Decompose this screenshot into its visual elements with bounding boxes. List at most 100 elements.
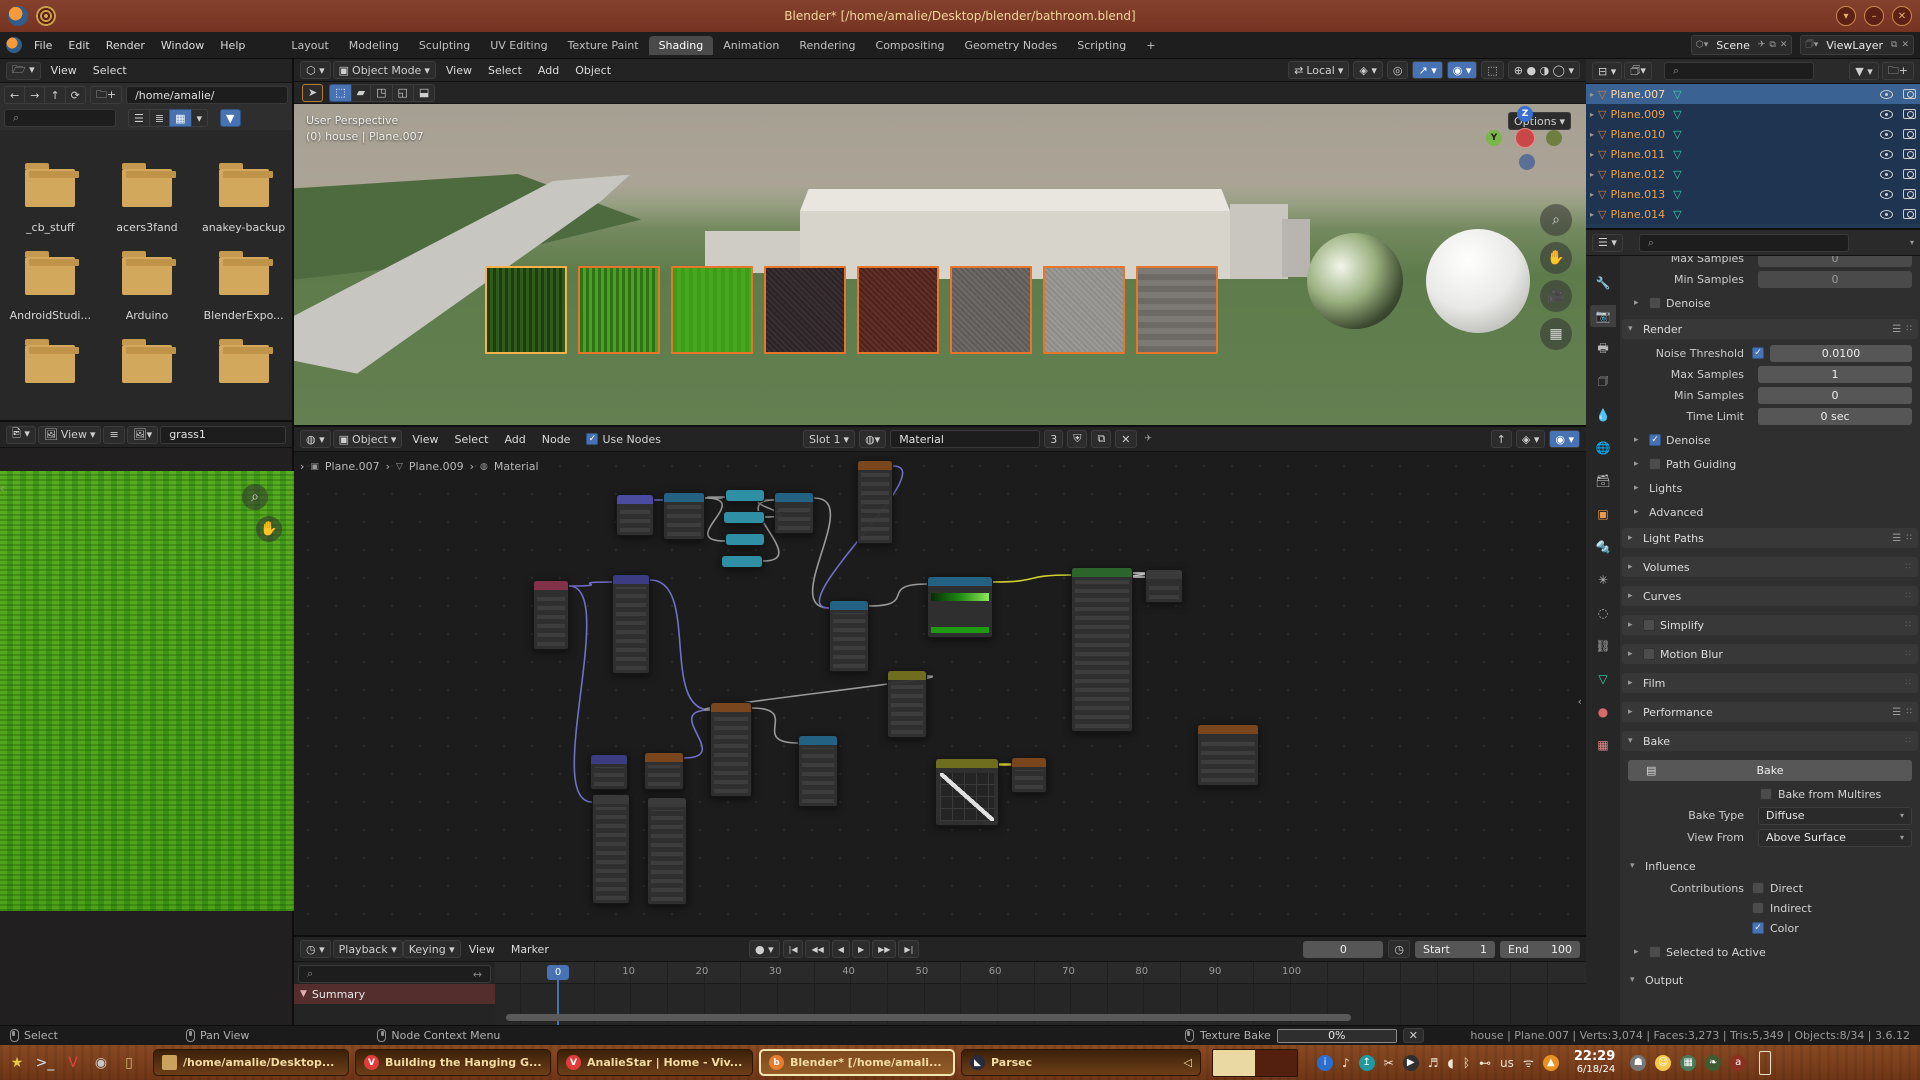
outliner-row[interactable]: ▸▽Plane.013▽ — [1586, 184, 1920, 204]
folder-item[interactable]: AndroidStudi... — [6, 257, 94, 335]
checkbox[interactable] — [1752, 902, 1764, 914]
material-users-count[interactable]: 3 — [1044, 430, 1063, 448]
expand-icon[interactable]: ▸ — [1590, 110, 1594, 119]
panel-header-motion-blur[interactable]: ▸Motion Blur∷ — [1622, 644, 1918, 664]
tray-icon-4[interactable]: ▶ — [1403, 1055, 1419, 1071]
viewlayer-selector[interactable]: 🗇▾ ViewLayer ⧉ ✕ — [1800, 35, 1914, 55]
filter-button[interactable]: ▼ — [220, 109, 240, 127]
outliner-row[interactable]: ▸▽Plane.009▽ — [1586, 104, 1920, 124]
outliner-row[interactable]: ▸▽Plane.014▽ — [1586, 204, 1920, 224]
properties-tab-0[interactable]: 🔧 — [1590, 272, 1616, 294]
select-mode-5[interactable]: ⬓ — [413, 84, 435, 102]
prop-collapse-row[interactable]: ▸Selected to Active — [1620, 943, 1920, 961]
checkbox[interactable] — [1643, 648, 1655, 660]
select-mode-2[interactable]: ▰ — [351, 84, 370, 102]
prop-value-field[interactable]: 0.0100 — [1770, 345, 1912, 362]
panel-header-render[interactable]: ▾Render☰∷ — [1622, 319, 1918, 339]
panel-header-performance[interactable]: ▸Performance☰∷ — [1622, 702, 1918, 722]
camera-view-icon[interactable]: 🎥 — [1540, 280, 1572, 312]
outliner-row[interactable]: ▸▽Plane.012▽ — [1586, 164, 1920, 184]
editor-type-button[interactable]: 🖻 ▾ — [6, 426, 36, 444]
sidebar-toggle-icon[interactable]: ‹ — [1578, 695, 1582, 708]
properties-tab-4[interactable]: 💧 — [1590, 404, 1616, 426]
properties-tab-8[interactable]: 🔩 — [1590, 536, 1616, 558]
hide-eye-icon[interactable] — [1880, 170, 1893, 179]
expand-icon[interactable]: ▸ — [1590, 170, 1594, 179]
proportional-edit-icon[interactable]: ◎ — [1387, 61, 1409, 79]
expand-icon[interactable]: ▸ — [1634, 298, 1644, 308]
disable-render-icon[interactable] — [1903, 149, 1916, 159]
cancel-bake-icon[interactable]: ✕ — [1403, 1028, 1424, 1043]
shader-node[interactable] — [1197, 724, 1259, 786]
hide-eye-icon[interactable] — [1880, 150, 1893, 159]
shader-node[interactable] — [935, 758, 999, 826]
select-mode-4[interactable]: ◱ — [392, 84, 413, 102]
subpanel-header[interactable]: ▾Output — [1620, 971, 1920, 989]
texture-plane[interactable] — [764, 266, 846, 354]
copy-icon[interactable]: ⧉ — [1769, 40, 1775, 50]
unlink-icon[interactable]: ✕ — [1780, 40, 1788, 50]
outliner-search-input[interactable]: ⌕ — [1664, 62, 1814, 80]
presets-icon[interactable]: ☰ — [1892, 533, 1901, 544]
sidebar-toggle-icon[interactable]: ‹ — [0, 482, 4, 495]
task-button[interactable]: VBuilding the Hanging G... — [355, 1049, 551, 1076]
zoom-icon[interactable]: ⌕ — [1540, 204, 1572, 236]
menu-window[interactable]: Window — [153, 36, 212, 55]
shader-node[interactable] — [710, 702, 752, 797]
tray-extra-icon-2[interactable]: ▦ — [1680, 1055, 1696, 1071]
use-preview-range-icon[interactable]: ◷ — [1388, 940, 1410, 958]
hide-eye-icon[interactable] — [1880, 190, 1893, 199]
shader-node[interactable] — [857, 460, 893, 544]
prop-value-field[interactable]: 0 — [1758, 256, 1912, 267]
viewport-canvas[interactable]: User Perspective (0) house | Plane.007 O… — [294, 104, 1586, 425]
folder-item[interactable]: BlenderExpo... — [200, 257, 288, 335]
folder-item[interactable] — [200, 345, 288, 410]
properties-tab-3[interactable]: 🗇 — [1590, 371, 1616, 393]
checkbox[interactable] — [1643, 619, 1655, 631]
disable-render-icon[interactable] — [1903, 209, 1916, 219]
launcher-icon-2[interactable]: V — [62, 1052, 84, 1074]
tray-icon-1[interactable]: ♪ — [1342, 1056, 1350, 1070]
tray-extra-icon-3[interactable]: ❧ — [1705, 1055, 1721, 1071]
shader-node[interactable] — [725, 489, 765, 502]
folder-item[interactable]: Arduino — [103, 257, 191, 335]
tab-modeling[interactable]: Modeling — [339, 36, 409, 55]
shader-node[interactable] — [1145, 569, 1183, 603]
parent-node-tree-icon[interactable]: ↑ — [1491, 430, 1512, 448]
ne-menu-add[interactable]: Add — [496, 430, 533, 449]
transform-orientation-dropdown[interactable]: ⇄ Local ▾ — [1288, 61, 1349, 79]
prop-value-field[interactable]: 0 sec — [1758, 408, 1912, 425]
texture-plane[interactable] — [1136, 266, 1218, 354]
prop-dropdown[interactable]: Above Surface▾ — [1758, 829, 1912, 847]
editor-type-button[interactable]: ☰ ▾ — [1592, 234, 1623, 252]
task-button[interactable]: ◣Parsec◁ — [961, 1049, 1201, 1076]
tab-sculpting[interactable]: Sculpting — [409, 36, 480, 55]
properties-tab-11[interactable]: ⛓ — [1590, 635, 1616, 657]
node-canvas[interactable]: ›▣Plane.007›▽Plane.009›◍Material ‹ — [294, 452, 1586, 937]
panel-header-simplify[interactable]: ▸Simplify∷ — [1622, 615, 1918, 635]
pan-hand-icon[interactable]: ✋ — [256, 516, 282, 542]
active-tool-icon[interactable]: ➤ — [302, 84, 323, 102]
prop-collapse-row[interactable]: ▸✓Denoise — [1620, 431, 1920, 449]
shader-node[interactable] — [663, 492, 705, 540]
tab-compositing[interactable]: Compositing — [866, 36, 955, 55]
presets-icon[interactable]: ☰ — [1892, 324, 1901, 335]
hide-eye-icon[interactable] — [1880, 90, 1893, 99]
panel-header-bake[interactable]: ▾Bake∷ — [1622, 731, 1918, 751]
tab-rendering[interactable]: Rendering — [789, 36, 865, 55]
menu-render[interactable]: Render — [98, 36, 153, 55]
pan-hand-icon[interactable]: ✋ — [1540, 242, 1572, 274]
outliner-row[interactable]: ▸▽Plane.007▽ — [1586, 84, 1920, 104]
hide-eye-icon[interactable] — [1880, 110, 1893, 119]
prop-value-field[interactable]: 0 — [1758, 387, 1912, 404]
tray-icon-2[interactable]: ↥ — [1359, 1055, 1375, 1071]
snap-icon[interactable]: ◈ ▾ — [1516, 430, 1545, 448]
copy-icon[interactable]: ⧉ — [1891, 40, 1897, 50]
tray-icon-7[interactable]: ᛒ — [1463, 1056, 1470, 1070]
disable-render-icon[interactable] — [1903, 89, 1916, 99]
prop-collapse-row[interactable]: ▸Path Guiding — [1620, 455, 1920, 473]
properties-tab-2[interactable]: 🖶 — [1590, 338, 1616, 360]
refresh-button[interactable]: ⟳ — [65, 86, 86, 104]
bake-button[interactable]: ▤Bake — [1628, 760, 1912, 781]
fake-user-shield-icon[interactable]: ⛨ — [1067, 430, 1087, 448]
